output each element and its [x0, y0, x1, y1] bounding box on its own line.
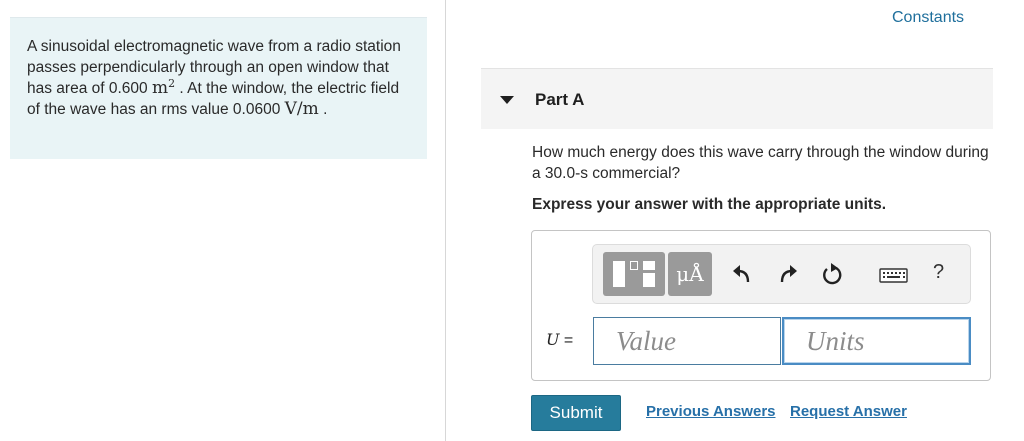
constants-link[interactable]: Constants [892, 9, 964, 27]
request-answer-link[interactable]: Request Answer [790, 403, 907, 420]
math-toolbar: μÅ ? [592, 244, 971, 304]
problem-text-3: . [318, 101, 328, 118]
submit-button[interactable]: Submit [531, 395, 621, 431]
panel-divider [445, 0, 446, 441]
field-value: 0.0600 [232, 101, 285, 118]
keyboard-icon[interactable] [879, 260, 909, 290]
templates-button[interactable] [603, 252, 665, 296]
value-input[interactable] [593, 317, 781, 365]
redo-icon[interactable] [774, 260, 800, 290]
reset-icon[interactable] [819, 260, 845, 290]
answer-variable-label: U = [546, 330, 574, 349]
previous-answers-link[interactable]: Previous Answers [646, 403, 776, 420]
instruction-text: Express your answer with the appropriate… [532, 196, 887, 213]
undo-icon[interactable] [730, 260, 756, 290]
units-button[interactable]: μÅ [668, 252, 712, 296]
question-text: How much energy does this wave carry thr… [532, 144, 989, 182]
part-a-header[interactable]: Part A [481, 68, 993, 129]
part-title: Part A [535, 90, 585, 109]
answer-box: μÅ ? U = [531, 230, 991, 381]
units-input[interactable] [782, 317, 971, 365]
problem-statement: A sinusoidal electromagnetic wave from a… [10, 17, 427, 159]
field-unit: V/m [284, 99, 319, 119]
caret-down-icon[interactable] [500, 96, 514, 104]
help-icon[interactable]: ? [933, 261, 944, 284]
area-unit: m2 [151, 77, 176, 98]
